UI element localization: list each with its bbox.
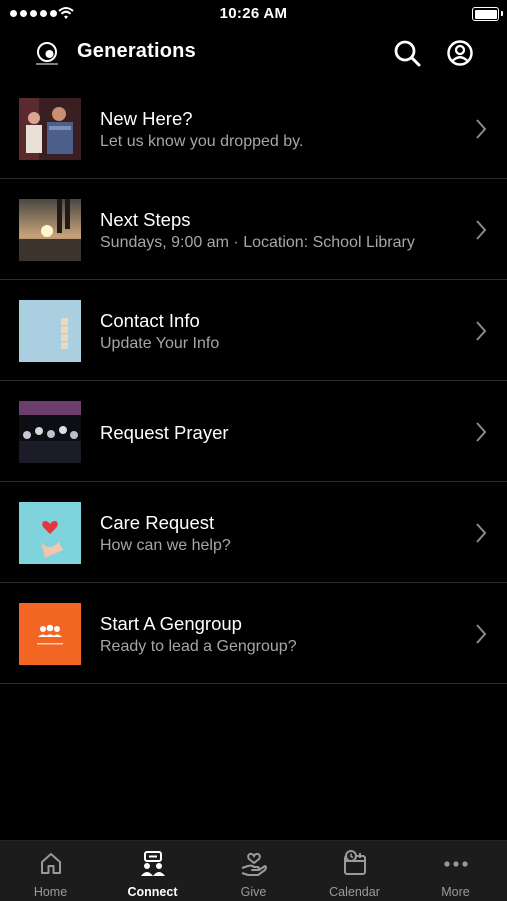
list-item-next-steps[interactable]: Next Steps Sundays, 9:00 am · Location: … — [0, 179, 507, 280]
row-title: Request Prayer — [100, 422, 229, 443]
connect-icon — [140, 851, 165, 876]
chevron-right-icon — [476, 321, 487, 341]
row-title: Start A Gengroup — [100, 613, 242, 634]
chevron-right-icon — [476, 220, 487, 240]
chevron-right-icon — [476, 523, 487, 543]
list-item-contact-info[interactable]: Contact Info Update Your Info — [0, 280, 507, 381]
new-here-thumbnail — [19, 98, 81, 160]
app-header: Generations — [0, 28, 507, 78]
logo-icon — [36, 42, 58, 65]
give-icon — [241, 852, 267, 876]
row-subtitle: Sundays, 9:00 am · Location: School Libr… — [100, 234, 415, 251]
chevron-right-icon — [476, 624, 487, 644]
tab-bar: Home Connect Give Calendar More — [0, 840, 507, 901]
connect-list: New Here? Let us know you dropped by. Ne… — [0, 78, 507, 684]
battery-icon — [472, 7, 503, 21]
status-bar: 10:26 AM — [0, 0, 507, 28]
tab-more[interactable]: More — [405, 841, 506, 901]
list-item-request-prayer[interactable]: Request Prayer — [0, 381, 507, 482]
tab-connect[interactable]: Connect — [102, 841, 203, 901]
home-icon — [40, 853, 61, 874]
more-icon — [443, 861, 468, 867]
profile-icon[interactable] — [445, 38, 475, 68]
list-item-new-here[interactable]: New Here? Let us know you dropped by. — [0, 78, 507, 179]
next-steps-thumbnail — [19, 199, 81, 261]
tab-label: Home — [33, 885, 68, 899]
row-subtitle: Update Your Info — [100, 335, 220, 352]
tab-label: Give — [240, 885, 267, 899]
search-icon[interactable] — [392, 38, 422, 68]
row-subtitle: How can we help? — [100, 537, 231, 554]
tab-label: More — [441, 885, 470, 899]
list-item-care-request[interactable]: Care Request How can we help? — [0, 482, 507, 583]
row-title: Contact Info — [100, 310, 200, 331]
calendar-icon — [343, 850, 366, 875]
row-subtitle: Ready to lead a Gengroup? — [100, 638, 297, 655]
tab-label: Calendar — [329, 885, 380, 899]
chevron-right-icon — [476, 422, 487, 442]
request-prayer-thumbnail — [19, 401, 81, 463]
tab-home[interactable]: Home — [0, 841, 101, 901]
tab-calendar[interactable]: Calendar — [304, 841, 405, 901]
list-item-start-gengroup[interactable]: Start A Gengroup Ready to lead a Gengrou… — [0, 583, 507, 684]
tab-label: Connect — [127, 885, 178, 899]
contact-info-thumbnail — [19, 300, 81, 362]
tab-give[interactable]: Give — [203, 841, 304, 901]
row-title: Next Steps — [100, 209, 191, 230]
row-subtitle: Let us know you dropped by. — [100, 133, 304, 150]
row-title: New Here? — [100, 108, 193, 129]
row-title: Care Request — [100, 512, 215, 533]
status-time: 10:26 AM — [219, 5, 288, 22]
care-request-thumbnail — [19, 502, 81, 564]
chevron-right-icon — [476, 119, 487, 139]
start-gengroup-thumbnail — [19, 603, 81, 665]
page-title: Generations — [77, 40, 196, 62]
